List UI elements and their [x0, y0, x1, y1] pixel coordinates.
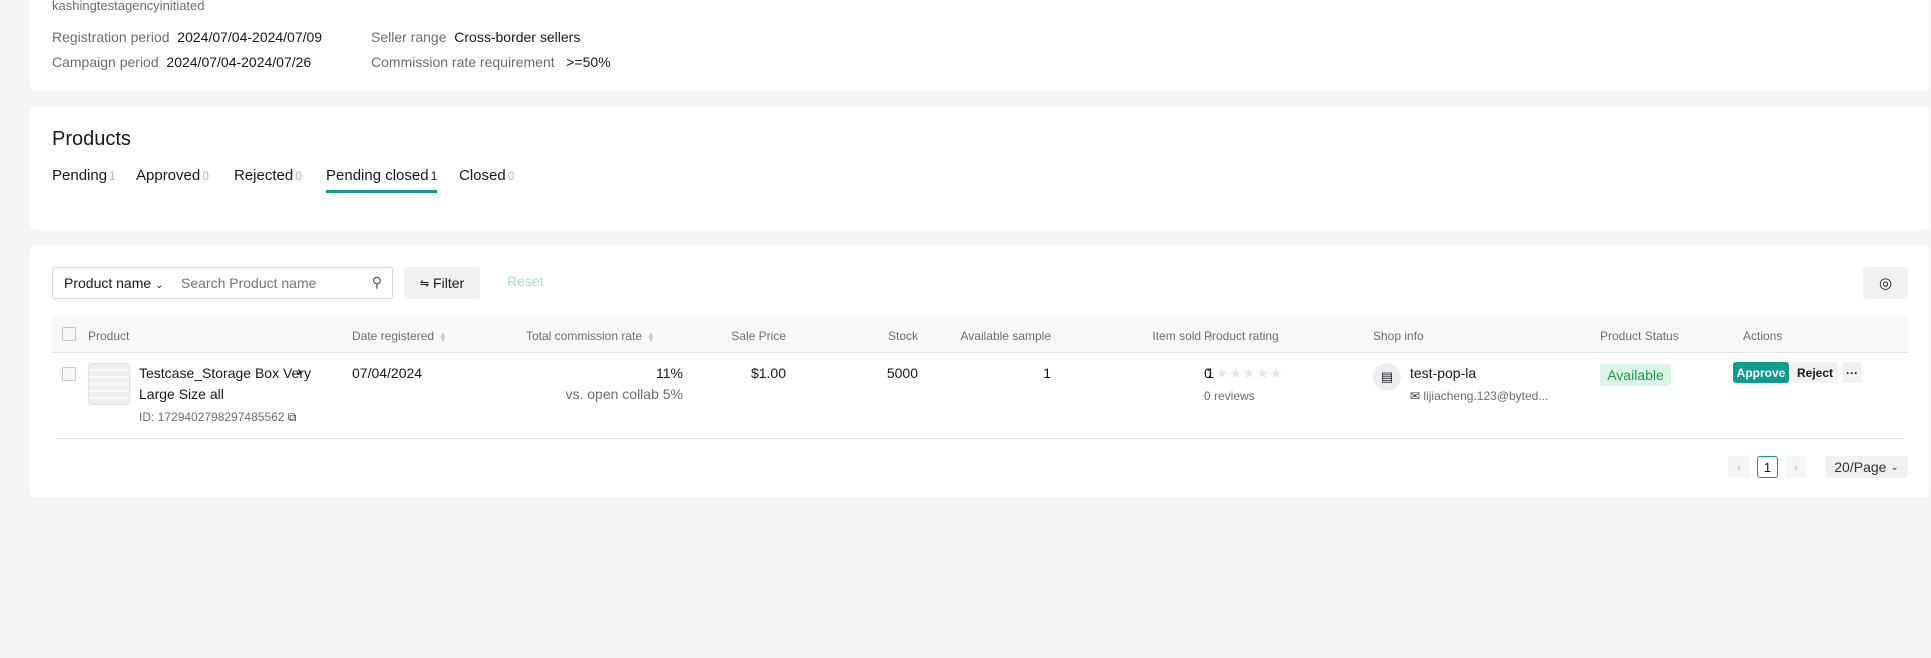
next-page-button[interactable]: › [1785, 456, 1807, 478]
settings-button[interactable]: ◎ [1863, 267, 1908, 299]
rating-stars-icon: ★★★★★ [1215, 365, 1284, 381]
chevron-down-icon: ⌄ [155, 280, 164, 291]
registration-period: Registration period 2024/07/04-2024/07/0… [52, 29, 323, 45]
commission-requirement: Commission rate requirement >=50% [371, 54, 611, 70]
tab-closed[interactable]: Closed 0 [459, 167, 514, 184]
date-registered: 07/04/2024 [352, 365, 423, 381]
reset-button[interactable]: Reset [507, 273, 544, 289]
col-stock: Stock [887, 329, 918, 343]
product-id: ID: 1729402798297485562 ⧉ [139, 410, 297, 424]
col-sample: Available sample [960, 329, 1052, 343]
col-date[interactable]: Date registered ▲ ▼ [352, 329, 447, 343]
chevron-right-icon[interactable]: › [297, 363, 302, 379]
col-price: Sale Price [731, 329, 786, 343]
sort-icon: ▲ ▼ [647, 329, 655, 344]
reviews-count: 0 reviews [1204, 389, 1255, 403]
filter-button[interactable]: ⇋ Filter [404, 267, 480, 299]
table-card: Product name ⌄ ⚲ ⇋Filter Reset ◎ Product… [30, 245, 1929, 497]
tab-rejected[interactable]: Rejected 0 [234, 167, 302, 184]
prev-page-button[interactable]: ‹ [1728, 456, 1750, 478]
select-all-checkbox[interactable] [62, 327, 76, 341]
seller-range: Seller range Cross-border sellers [371, 29, 581, 45]
tab-pending[interactable]: Pending 1 [52, 167, 116, 184]
product-name-line2[interactable]: Large Size all [139, 386, 224, 402]
search-input[interactable] [181, 273, 361, 293]
commission-compare: vs. open collab 5% [565, 386, 683, 402]
approve-button[interactable]: Approve [1733, 362, 1789, 383]
col-status: Product Status [1600, 329, 1679, 343]
tab-pending-closed[interactable]: Pending closed 1 [326, 167, 438, 193]
copy-icon[interactable]: ⧉ [288, 410, 297, 424]
campaign-info-card: kashingtestagencyinitiated Registration … [30, 0, 1929, 91]
col-actions: Actions [1743, 329, 1783, 343]
shop-name[interactable]: test-pop-la [1410, 365, 1476, 381]
commission-rate: 11% [656, 365, 683, 381]
page-size-select[interactable]: 20/Page ⌄ [1825, 456, 1908, 478]
reject-button[interactable]: Reject [1792, 362, 1838, 383]
campaign-name: kashingtestagencyinitiated [52, 0, 205, 13]
sort-icon: ▲ ▼ [439, 329, 447, 344]
shop-icon: ▤ [1373, 363, 1401, 391]
page-1-button[interactable]: 1 [1757, 456, 1778, 478]
chevron-down-icon: ⌄ [1890, 461, 1899, 473]
page-title: Products [52, 128, 131, 150]
campaign-period: Campaign period 2024/07/04-2024/07/26 [52, 54, 312, 70]
row-checkbox[interactable] [62, 367, 76, 381]
product-name[interactable]: Testcase_Storage Box Very [139, 365, 311, 381]
stock: 5000 [886, 365, 918, 381]
search-icon[interactable]: ⚲ [372, 274, 382, 291]
table-header: Product Date registered ▲ ▼ Total commissi… [52, 316, 1908, 353]
col-shop: Shop info [1373, 329, 1424, 343]
search-type-select[interactable]: Product name ⌄ [64, 275, 163, 291]
row-divider [1590, 438, 1904, 439]
col-commission[interactable]: Total commission rate ▲ ▼ [526, 329, 655, 343]
status-badge: Available [1600, 364, 1671, 386]
product-rating: 0 ★★★★★ [1204, 365, 1284, 381]
sale-price: $1.00 [750, 365, 786, 381]
tab-approved[interactable]: Approved 0 [136, 167, 209, 184]
product-thumbnail[interactable] [88, 363, 130, 405]
row-divider [56, 438, 1610, 439]
search-bar[interactable]: Product name ⌄ ⚲ [52, 267, 393, 299]
settings-icon: ◎ [1878, 275, 1893, 292]
available-sample: 1 [1043, 365, 1051, 381]
more-icon[interactable]: ··· [1842, 362, 1862, 383]
products-card: Products Pending 1 Approved 0 Rejected 0 Pe… [30, 107, 1929, 230]
col-product: Product [88, 329, 130, 343]
mail-icon: ✉ [1410, 389, 1421, 403]
shop-email: ✉ lijiacheng.123@byted... [1410, 389, 1549, 403]
table-row: Testcase_Storage Box Very Large Size all… [52, 353, 1908, 438]
col-rating: Product rating [1204, 329, 1279, 343]
filter-icon: ⇋ [419, 277, 430, 290]
